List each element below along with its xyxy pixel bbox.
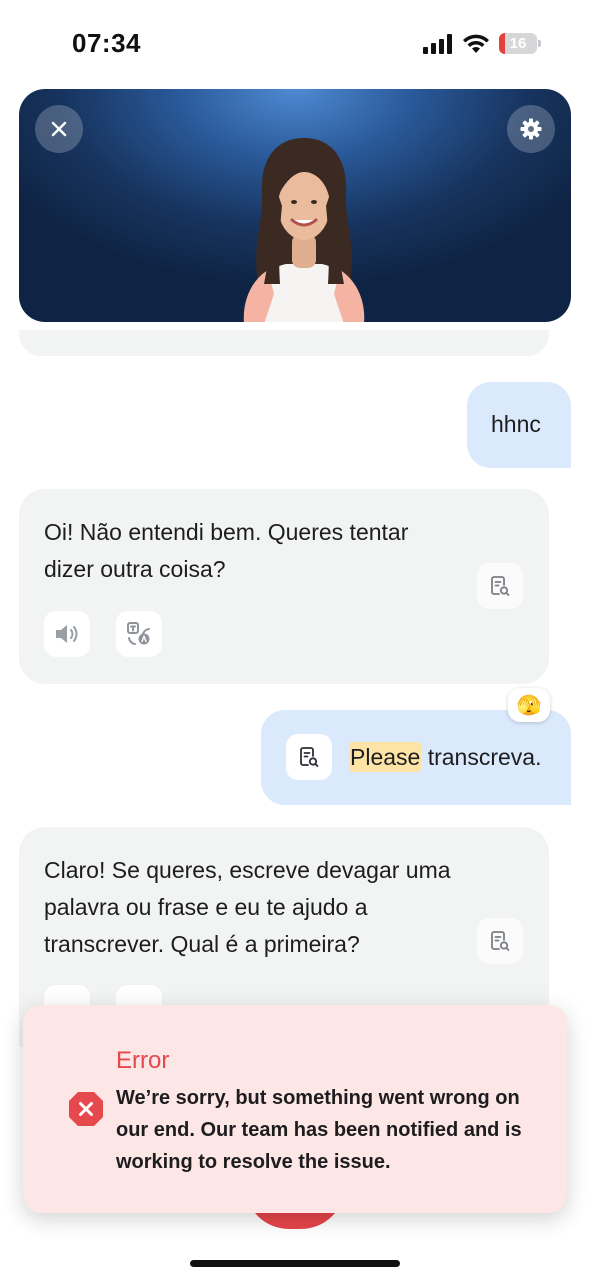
play-audio-button[interactable] (44, 611, 90, 657)
transcript-button[interactable] (477, 918, 523, 964)
error-toast[interactable]: Error We’re sorry, but something went wr… (23, 1005, 567, 1213)
gear-icon (520, 118, 542, 140)
translate-icon (127, 622, 150, 645)
wifi-icon (463, 34, 489, 53)
settings-button[interactable] (507, 105, 555, 153)
tutor-avatar (243, 138, 365, 322)
status-time: 07:34 (72, 28, 141, 58)
message-text: Please transcreva. (349, 739, 541, 776)
battery-indicator: 16 (499, 33, 541, 54)
reaction-badge[interactable]: 🫣 (508, 688, 550, 722)
message-text: hhnc (491, 411, 541, 437)
battery-level: 16 (509, 35, 527, 52)
close-button[interactable] (35, 105, 83, 153)
status-bar: 07:34 16 (0, 0, 590, 80)
speaker-icon (56, 625, 78, 643)
home-indicator (190, 1260, 400, 1267)
message-text-rest: transcreva. (421, 744, 542, 770)
toast-message: We’re sorry, but something went wrong on… (116, 1087, 522, 1173)
cellular-signal-icon (423, 34, 452, 54)
user-message-bubble: Please transcreva. (261, 710, 571, 805)
transcript-button[interactable] (286, 734, 332, 780)
user-message-bubble: hhnc (467, 382, 571, 468)
translate-button[interactable] (116, 611, 162, 657)
transcript-button[interactable] (477, 563, 523, 609)
transcript-search-icon (491, 576, 510, 596)
previous-message-bubble (19, 330, 549, 356)
toast-title: Error (116, 1047, 170, 1074)
tutor-video-card (19, 89, 571, 322)
message-text: Oi! Não entendi bem. Queres tentar dizer… (44, 519, 409, 582)
message-text: Claro! Se queres, escreve devagar uma pa… (44, 857, 451, 957)
close-icon (51, 121, 67, 137)
error-icon (69, 1092, 103, 1126)
transcript-search-icon (491, 931, 510, 951)
highlighted-word[interactable]: Please (349, 742, 422, 772)
assistant-message-bubble: Oi! Não entendi bem. Queres tentar dizer… (19, 489, 549, 684)
transcript-search-icon (300, 747, 319, 767)
